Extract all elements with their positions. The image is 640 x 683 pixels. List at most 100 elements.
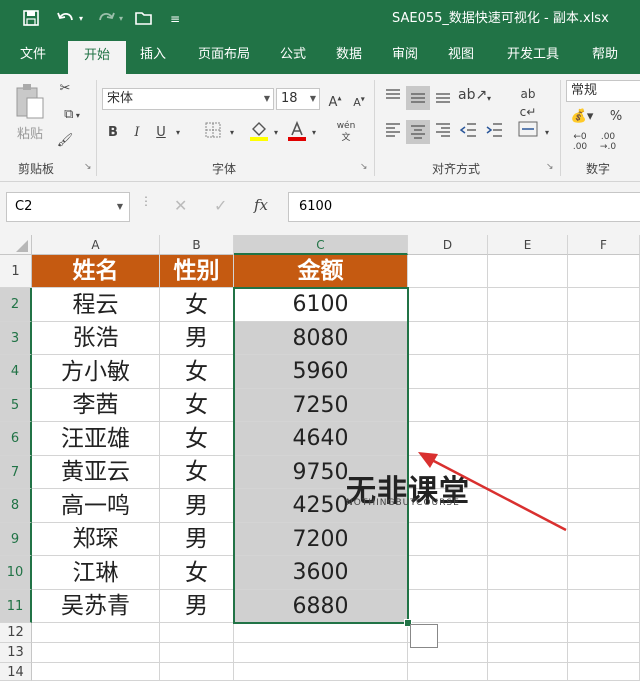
percent-style-button[interactable]: %: [606, 108, 626, 126]
cell-b1[interactable]: 性别: [160, 255, 234, 288]
cell-a10[interactable]: 江琳: [32, 556, 160, 590]
merge-dropdown-icon[interactable]: ▾: [542, 124, 552, 142]
cell-f3[interactable]: [568, 322, 640, 355]
row-header-11[interactable]: 11: [0, 590, 32, 623]
orientation-button[interactable]: ab↗: [458, 86, 487, 108]
cell-f10[interactable]: [568, 556, 640, 590]
cell-e13[interactable]: [488, 643, 568, 663]
cell-b9[interactable]: 男: [160, 523, 234, 556]
cell-e9[interactable]: [488, 523, 568, 556]
cell-b11[interactable]: 男: [160, 590, 234, 623]
cut-button[interactable]: ✂: [54, 80, 76, 102]
cell-f8[interactable]: [568, 489, 640, 523]
cell-a13[interactable]: [32, 643, 160, 663]
italic-button[interactable]: I: [128, 124, 146, 142]
row-header-14[interactable]: 14: [0, 663, 32, 681]
cell-d10[interactable]: [408, 556, 488, 590]
cell-f12[interactable]: [568, 623, 640, 643]
decrease-font-size-button[interactable]: A▾: [350, 90, 368, 112]
column-header-b[interactable]: B: [160, 235, 234, 255]
cell-e4[interactable]: [488, 355, 568, 389]
orientation-dropdown-icon[interactable]: ▾: [484, 90, 494, 108]
cell-e2[interactable]: [488, 288, 568, 322]
decrease-decimal-button[interactable]: .00 →.0: [596, 132, 620, 152]
cell-b13[interactable]: [160, 643, 234, 663]
paste-button[interactable]: 粘贴: [12, 82, 48, 154]
cell-c12[interactable]: [234, 623, 408, 643]
undo-icon[interactable]: [56, 9, 76, 32]
cell-c11[interactable]: 6880: [234, 590, 408, 623]
underline-button[interactable]: U: [152, 124, 170, 142]
cell-b2[interactable]: 女: [160, 288, 234, 322]
increase-font-size-button[interactable]: A▴: [326, 90, 344, 112]
tab-developer[interactable]: 开发工具: [494, 38, 572, 74]
cell-f9[interactable]: [568, 523, 640, 556]
font-name-combo[interactable]: 宋体 ▼: [102, 88, 274, 110]
cell-e11[interactable]: [488, 590, 568, 623]
cell-a11[interactable]: 吴苏青: [32, 590, 160, 623]
top-align-button[interactable]: [382, 88, 404, 108]
cell-b5[interactable]: 女: [160, 389, 234, 422]
cell-c1[interactable]: 金额: [234, 255, 408, 288]
tab-formulas[interactable]: 公式: [270, 38, 316, 74]
cell-e6[interactable]: [488, 422, 568, 456]
cell-a7[interactable]: 黄亚云: [32, 456, 160, 489]
underline-dropdown-icon[interactable]: ▾: [172, 124, 184, 142]
cell-e1[interactable]: [488, 255, 568, 288]
cell-c2[interactable]: 6100: [234, 288, 408, 322]
cell-a14[interactable]: [32, 663, 160, 681]
column-header-d[interactable]: D: [408, 235, 488, 255]
cell-d4[interactable]: [408, 355, 488, 389]
cell-d6[interactable]: [408, 422, 488, 456]
redo-icon[interactable]: [96, 9, 116, 32]
font-launcher-icon[interactable]: ↘: [360, 162, 368, 172]
align-left-button[interactable]: [382, 122, 404, 144]
cell-c9[interactable]: 7200: [234, 523, 408, 556]
tab-view[interactable]: 视图: [438, 38, 484, 74]
font-color-dropdown-icon[interactable]: ▾: [308, 124, 320, 142]
copy-button[interactable]: ⧉ ▾: [54, 106, 90, 128]
cell-c14[interactable]: [234, 663, 408, 681]
cell-e8[interactable]: [488, 489, 568, 523]
cell-b10[interactable]: 女: [160, 556, 234, 590]
cell-d11[interactable]: [408, 590, 488, 623]
row-header-10[interactable]: 10: [0, 556, 32, 590]
insert-function-button[interactable]: fx: [254, 196, 268, 214]
row-header-4[interactable]: 4: [0, 355, 32, 389]
fill-color-button[interactable]: [248, 120, 270, 144]
cell-c6[interactable]: 4640: [234, 422, 408, 456]
cell-f13[interactable]: [568, 643, 640, 663]
cell-b6[interactable]: 女: [160, 422, 234, 456]
cell-a9[interactable]: 郑琛: [32, 523, 160, 556]
row-header-5[interactable]: 5: [0, 389, 32, 422]
row-header-3[interactable]: 3: [0, 322, 32, 355]
tab-insert[interactable]: 插入: [128, 38, 178, 74]
phonetic-guide-button[interactable]: wén 文: [332, 120, 360, 144]
cell-a4[interactable]: 方小敏: [32, 355, 160, 389]
row-header-13[interactable]: 13: [0, 643, 32, 663]
quick-analysis-button[interactable]: [410, 624, 438, 648]
cell-d2[interactable]: [408, 288, 488, 322]
cell-c3[interactable]: 8080: [234, 322, 408, 355]
tab-help[interactable]: 帮助: [582, 38, 628, 74]
row-header-8[interactable]: 8: [0, 489, 32, 523]
cell-d14[interactable]: [408, 663, 488, 681]
save-icon[interactable]: [22, 9, 40, 32]
cell-e3[interactable]: [488, 322, 568, 355]
redo-dropdown-icon[interactable]: ▾: [119, 9, 123, 29]
alignment-launcher-icon[interactable]: ↘: [546, 162, 554, 172]
cell-f14[interactable]: [568, 663, 640, 681]
row-header-1[interactable]: 1: [0, 255, 32, 288]
merge-center-button[interactable]: [516, 120, 540, 142]
cell-a12[interactable]: [32, 623, 160, 643]
accounting-format-button[interactable]: 💰▾: [568, 108, 596, 126]
cell-d1[interactable]: [408, 255, 488, 288]
cell-f11[interactable]: [568, 590, 640, 623]
cell-b4[interactable]: 女: [160, 355, 234, 389]
cell-d3[interactable]: [408, 322, 488, 355]
cell-b12[interactable]: [160, 623, 234, 643]
cell-b14[interactable]: [160, 663, 234, 681]
name-box[interactable]: C2 ▼: [6, 192, 130, 222]
cell-e12[interactable]: [488, 623, 568, 643]
cell-f2[interactable]: [568, 288, 640, 322]
